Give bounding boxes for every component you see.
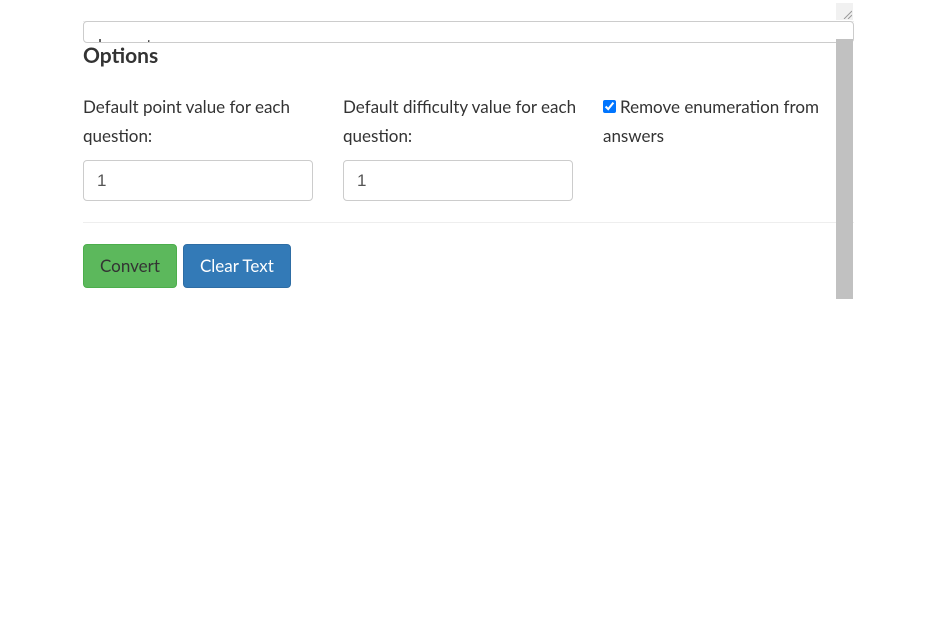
scrollbar-thumb[interactable] xyxy=(836,39,853,299)
remove-enum-label-wrapper[interactable]: Remove enumeration from answers xyxy=(603,92,854,150)
difficulty-value-col: Default difficulty value for each questi… xyxy=(343,92,603,201)
clear-text-button[interactable]: Clear Text xyxy=(183,244,291,288)
remove-enum-checkbox[interactable] xyxy=(603,100,616,113)
resize-handle[interactable] xyxy=(836,3,853,20)
options-row: Default point value for each question: D… xyxy=(83,92,854,201)
remove-enum-col: Remove enumeration from answers xyxy=(603,92,854,201)
point-value-input[interactable] xyxy=(83,160,313,201)
convert-button[interactable]: Convert xyxy=(83,244,177,288)
button-row: Convert Clear Text xyxy=(83,244,854,288)
question-textarea[interactable]: longest. Mercury Earth Mars Jupiter Nept… xyxy=(83,21,854,43)
point-value-col: Default point value for each question: xyxy=(83,92,343,201)
difficulty-value-label: Default difficulty value for each questi… xyxy=(343,92,588,150)
difficulty-value-input[interactable] xyxy=(343,160,573,201)
point-value-label: Default point value for each question: xyxy=(83,92,328,150)
remove-enum-label-text: Remove enumeration from answers xyxy=(603,96,819,146)
divider-2 xyxy=(83,222,854,223)
options-heading: Options xyxy=(83,43,854,68)
